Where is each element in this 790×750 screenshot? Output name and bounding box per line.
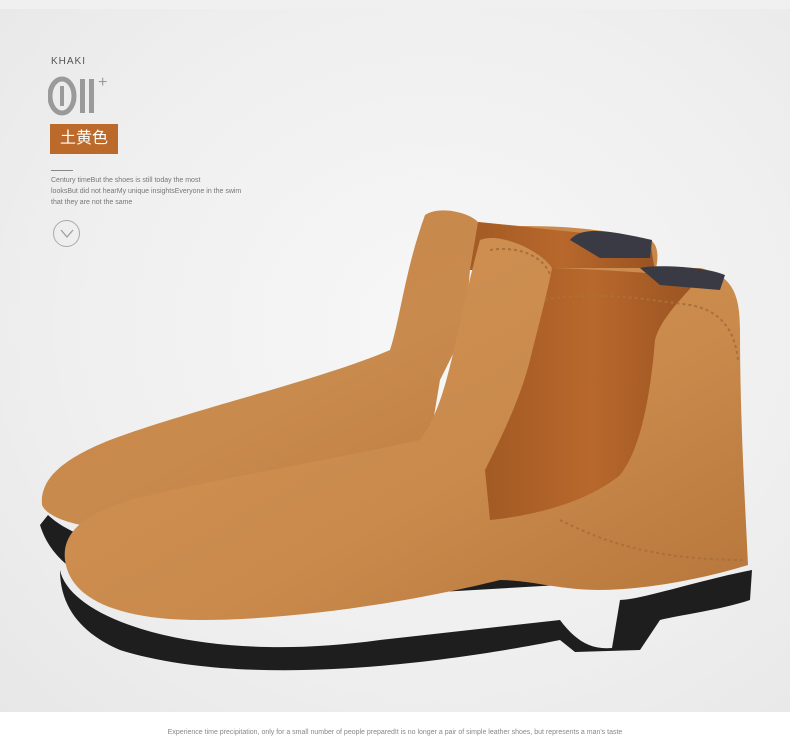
description-line: looksBut did not hearMy unique insightsE… bbox=[51, 188, 242, 195]
variant-plus: + bbox=[98, 74, 107, 91]
footer-tagline: Experience time precipitation, only for … bbox=[167, 729, 623, 736]
color-name-tag: 土黄色 bbox=[50, 124, 118, 154]
variant-number-logo: + bbox=[48, 74, 107, 116]
color-name-english: KHAKI bbox=[51, 56, 87, 67]
description-line: Century timeBut the shoes is still today… bbox=[51, 177, 201, 184]
description-text: Century timeBut the shoes is still today… bbox=[51, 175, 291, 208]
boots-image bbox=[40, 210, 752, 671]
divider-rule bbox=[51, 170, 73, 171]
